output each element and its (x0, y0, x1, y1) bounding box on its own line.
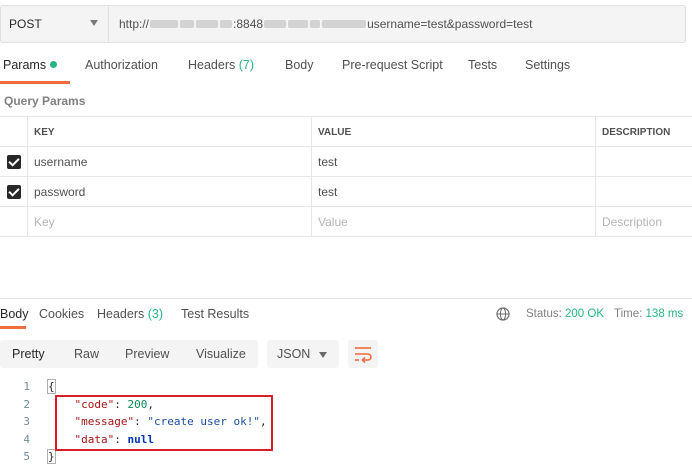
tab-tests[interactable]: Tests (468, 58, 497, 72)
line-number: 4 (23, 432, 30, 446)
headers-count-badge: (7) (238, 58, 255, 72)
row-checkbox-cell (0, 177, 28, 207)
query-params-title: Query Params (4, 94, 86, 108)
section-divider (0, 298, 692, 299)
checkbox-checked-icon[interactable] (6, 155, 21, 169)
param-key-cell[interactable]: username (28, 147, 312, 177)
tab-prerequest-script[interactable]: Pre-request Script (342, 58, 443, 72)
wrap-lines-button[interactable] (348, 340, 378, 368)
checkbox-checked-icon[interactable] (6, 185, 21, 199)
format-select[interactable]: JSON (267, 340, 339, 368)
table-header-row: KEY VALUE DESCRIPTION (0, 117, 692, 147)
wrap-lines-icon (355, 347, 372, 364)
tab-label: Headers (188, 58, 236, 72)
view-raw-button[interactable]: Raw (62, 340, 111, 368)
url-port: :8848 (233, 17, 264, 31)
open-brace: { (47, 379, 56, 394)
table-row: password test (0, 177, 692, 207)
tab-headers[interactable]: Headers (7) (188, 58, 254, 72)
chevron-down-icon (90, 20, 98, 26)
status-label: Status: (526, 308, 562, 320)
table-row: username test (0, 147, 692, 177)
active-dot-icon (50, 61, 58, 68)
view-pretty-button[interactable]: Pretty (0, 340, 57, 368)
query-params-table: KEY VALUE DESCRIPTION username test pass… (0, 116, 692, 237)
redacted-segment (150, 20, 179, 28)
redacted-segment (220, 20, 233, 28)
tab-authorization[interactable]: Authorization (85, 58, 158, 72)
line-number: 5 (23, 450, 30, 463)
tab-cookies[interactable]: Cookies (39, 307, 84, 321)
param-description-cell[interactable] (596, 177, 692, 207)
view-preview-button[interactable]: Preview (113, 340, 181, 368)
tab-label: Headers (97, 307, 145, 321)
tab-settings[interactable]: Settings (525, 58, 570, 72)
new-description-input[interactable]: Description (596, 207, 692, 237)
request-tabs: Params Authorization Headers (7) Body Pr… (0, 58, 692, 84)
redacted-segment (288, 20, 309, 28)
url-suffix: username=test&password=test (367, 17, 533, 31)
time-label: Time: (614, 308, 643, 320)
view-visualize-button[interactable]: Visualize (184, 340, 258, 368)
status-value: 200 OK (565, 308, 605, 320)
redacted-segment (196, 20, 219, 28)
row-checkbox-cell (0, 147, 28, 177)
method-label: POST (9, 17, 42, 31)
tab-response-headers[interactable]: Headers (3) (97, 307, 163, 321)
active-tab-indicator (0, 81, 70, 84)
column-header-key: KEY (28, 117, 312, 147)
url-input[interactable]: http:// :8848 username=test&password=tes… (108, 5, 686, 43)
line-number: 3 (23, 415, 30, 428)
globe-icon[interactable] (496, 307, 510, 321)
highlight-annotation-box (55, 395, 273, 451)
code-line: 1 { (0, 378, 692, 396)
tab-params[interactable]: Params (3, 58, 58, 72)
line-number: 1 (23, 380, 30, 393)
redacted-segment (310, 20, 321, 28)
response-status: Status: 200 OK (526, 308, 604, 320)
request-url-bar: POST http:// :8848 username=test&passwor… (0, 5, 686, 43)
method-select[interactable]: POST (0, 5, 108, 43)
code-text: } (47, 448, 56, 466)
tab-test-results[interactable]: Test Results (181, 307, 249, 321)
view-mode-toolbar: Pretty Raw Preview Visualize (0, 340, 258, 368)
chevron-down-icon (319, 352, 327, 358)
format-label: JSON (277, 347, 311, 361)
param-description-cell[interactable] (596, 147, 692, 177)
tab-body[interactable]: Body (285, 58, 314, 72)
param-value-cell[interactable]: test (312, 147, 596, 177)
param-key-cell[interactable]: password (28, 177, 312, 207)
code-text: { (47, 378, 56, 396)
redacted-segment (264, 20, 287, 28)
new-key-input[interactable]: Key (28, 207, 312, 237)
param-value-cell[interactable]: test (312, 177, 596, 207)
header-checkbox-cell (0, 117, 28, 147)
new-value-input[interactable]: Value (312, 207, 596, 237)
redacted-segment (180, 20, 195, 28)
tab-response-body[interactable]: Body (0, 307, 29, 321)
table-row-new: Key Value Description (0, 207, 692, 237)
row-checkbox-cell (0, 207, 28, 237)
url-prefix: http:// (119, 17, 150, 31)
column-header-value: VALUE (312, 117, 596, 147)
redacted-segment (322, 20, 367, 28)
line-number: 2 (23, 397, 30, 411)
time-value: 138 ms (645, 308, 684, 320)
active-tab-indicator (0, 326, 26, 329)
column-header-description: DESCRIPTION (602, 126, 671, 138)
tab-label: Params (3, 58, 47, 72)
headers-count-badge: (3) (147, 307, 164, 321)
response-time: Time: 138 ms (614, 308, 683, 320)
close-brace: } (47, 449, 56, 464)
